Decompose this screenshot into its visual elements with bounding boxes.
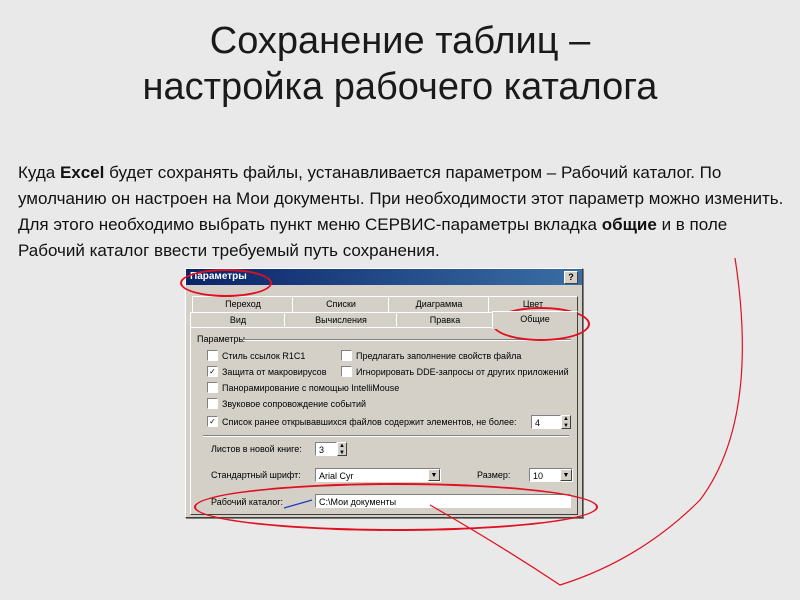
- slide-title: Сохранение таблиц – настройка рабочего к…: [0, 18, 800, 110]
- checkbox-label: Стиль ссылок R1C1: [222, 351, 306, 361]
- checkbox-recent-files[interactable]: ✓ Список ранее открывавшихся файлов содер…: [207, 416, 517, 428]
- body-text-general: общие: [601, 215, 657, 234]
- size-label: Размер:: [477, 470, 511, 480]
- options-dialog: Параметры ? Переход Списки Диаграмма Цве…: [185, 268, 583, 518]
- checkbox-label: Звуковое сопровождение событий: [222, 399, 367, 409]
- checkbox-box[interactable]: [207, 350, 218, 362]
- spin-up-icon[interactable]: ▲: [562, 416, 570, 423]
- checkbox-r1c1[interactable]: Стиль ссылок R1C1: [207, 350, 305, 362]
- font-label: Стандартный шрифт:: [211, 470, 301, 480]
- tab-cvet[interactable]: Цвет: [488, 296, 578, 312]
- sheets-label: Листов в новой книге:: [211, 444, 302, 454]
- help-button[interactable]: ?: [564, 271, 578, 284]
- checkbox-box[interactable]: [341, 350, 352, 362]
- tab-vid[interactable]: Вид: [190, 312, 286, 328]
- checkbox-box-checked[interactable]: ✓: [207, 366, 218, 378]
- recent-files-spinner[interactable]: ▲ ▼: [561, 415, 571, 429]
- spin-up-icon[interactable]: ▲: [338, 443, 346, 450]
- chevron-down-icon[interactable]: ▼: [560, 469, 572, 481]
- tab-perehod[interactable]: Переход: [192, 296, 294, 312]
- checkbox-macro-protection[interactable]: ✓ Защита от макровирусов: [207, 366, 326, 378]
- tab-vychisleniya[interactable]: Вычисления: [284, 312, 398, 328]
- spin-down-icon[interactable]: ▼: [338, 450, 346, 457]
- title-line-2: настройка рабочего каталога: [142, 66, 658, 108]
- group-divider: [243, 339, 571, 341]
- general-tab-panel: Параметры Стиль ссылок R1C1 Предлагать з…: [190, 327, 578, 515]
- sheets-count-input[interactable]: 3: [315, 442, 337, 456]
- params-group-label: Параметры: [197, 334, 245, 344]
- workdir-label: Рабочий каталог:: [211, 497, 284, 507]
- dialog-titlebar[interactable]: Параметры ?: [186, 269, 582, 285]
- tab-obshchie[interactable]: Общие: [492, 311, 578, 329]
- sheets-spinner[interactable]: ▲ ▼: [337, 442, 347, 456]
- checkbox-label: Панорамирование с помощью IntelliMouse: [222, 383, 400, 393]
- slide-body-text: Куда Excel будет сохранять файлы, устана…: [18, 160, 788, 264]
- checkbox-box[interactable]: [207, 398, 218, 410]
- tab-spiski[interactable]: Списки: [292, 296, 390, 312]
- recent-files-count-input[interactable]: 4: [531, 415, 561, 429]
- chevron-down-icon[interactable]: ▼: [428, 469, 440, 481]
- workdir-input[interactable]: C:\Мои документы: [315, 494, 571, 508]
- checkbox-ignore-dde[interactable]: Игнорировать DDE-запросы от других прило…: [341, 366, 569, 378]
- body-text-part: Куда: [18, 163, 60, 182]
- checkbox-label: Игнорировать DDE-запросы от других прило…: [356, 367, 569, 377]
- dialog-title: Параметры: [190, 271, 247, 282]
- checkbox-label: Защита от макровирусов: [222, 367, 327, 377]
- tab-diagramma[interactable]: Диаграмма: [388, 296, 490, 312]
- checkbox-label: Предлагать заполнение свойств файла: [356, 351, 522, 361]
- checkbox-box-checked[interactable]: ✓: [207, 416, 218, 428]
- section-divider: [203, 435, 569, 437]
- checkbox-box[interactable]: [341, 366, 352, 378]
- checkbox-intellimouse[interactable]: Панорамирование с помощью IntelliMouse: [207, 382, 399, 394]
- font-select[interactable]: Arial Cyr: [315, 468, 441, 482]
- checkbox-file-properties[interactable]: Предлагать заполнение свойств файла: [341, 350, 521, 362]
- checkbox-label: Список ранее открывавшихся файлов содерж…: [222, 417, 517, 427]
- body-text-excel: Excel: [59, 163, 105, 182]
- checkbox-sound[interactable]: Звуковое сопровождение событий: [207, 398, 366, 410]
- spin-down-icon[interactable]: ▼: [562, 423, 570, 430]
- tab-pravka[interactable]: Правка: [396, 312, 494, 328]
- title-line-1: Сохранение таблиц –: [209, 20, 591, 62]
- checkbox-box[interactable]: [207, 382, 218, 394]
